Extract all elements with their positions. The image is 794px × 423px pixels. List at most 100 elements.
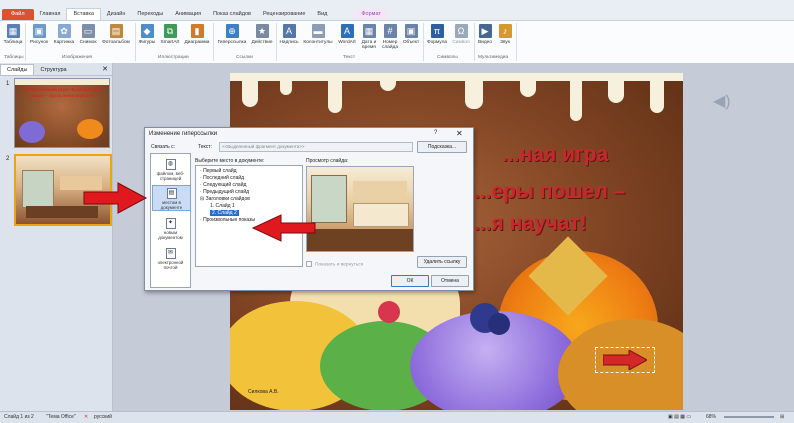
place-item[interactable]: · Первый слайд xyxy=(200,168,237,174)
smartart-button[interactable]: ⧉ SmartArt xyxy=(158,24,182,45)
annotation-arrow-icon xyxy=(251,214,316,242)
slides-pane: Слайды Структура ✕ 1 Интерактивная игра … xyxy=(0,63,113,411)
ribbon-tab-bar: Файл Главная Вставка Дизайн Переходы Ани… xyxy=(0,8,794,21)
photo-album-icon: ▤ xyxy=(109,24,123,38)
textbox-button[interactable]: A Надпись xyxy=(278,24,300,45)
link-to-web-page[interactable]: ◍ файлом, веб-страницей xyxy=(152,157,189,181)
tab-design[interactable]: Дизайн xyxy=(101,9,132,20)
place-item-expanded[interactable]: ⊟ Заголовки слайдов xyxy=(200,196,250,202)
raspberry xyxy=(378,301,400,323)
text-to-display-label: Текст: xyxy=(198,144,212,150)
slide-title-line-1[interactable]: ...ная игра xyxy=(502,143,608,167)
show-and-return-checkbox[interactable]: Показать и вернуться xyxy=(306,261,363,267)
group-label-images: Изображения xyxy=(62,55,93,60)
photo-album-button[interactable]: ▤ Фотоальбом xyxy=(99,24,133,45)
remove-link-button[interactable]: Удалить ссылку xyxy=(417,256,467,268)
dialog-title: Изменение гиперссылки xyxy=(149,131,218,137)
group-separator xyxy=(474,23,475,61)
close-pane-icon[interactable]: ✕ xyxy=(102,65,108,75)
wordart-icon: A xyxy=(340,24,354,38)
slide-number: 2 xyxy=(6,156,10,162)
close-icon[interactable]: ✕ xyxy=(456,129,463,138)
cancel-button[interactable]: Отмена xyxy=(431,275,469,287)
header-footer-button[interactable]: ▬ Колонтитулы xyxy=(301,24,335,45)
place-item[interactable]: · Предыдущий слайд xyxy=(200,189,249,195)
clipart-icon: ✿ xyxy=(57,24,71,38)
video-button[interactable]: ▶ Видео xyxy=(476,24,494,45)
audio-icon: ♪ xyxy=(498,24,512,38)
thumb-shelf xyxy=(22,170,54,208)
slide-number-button[interactable]: # Номер слайда xyxy=(380,24,400,50)
link-to-place-in-document[interactable]: ▤ местом в документе xyxy=(152,185,191,211)
link-to-sidebar: ◍ файлом, веб-страницей ▤ местом в докумен… xyxy=(150,153,191,288)
audio-button[interactable]: ♪ Звук xyxy=(496,24,514,45)
chart-icon: ▮ xyxy=(190,24,204,38)
tab-view[interactable]: Вид xyxy=(311,9,333,20)
annotation-arrow-icon xyxy=(83,182,148,214)
thumb-title: Интерактивная игра «В кондитеры пошел – … xyxy=(23,87,101,98)
symbol-button[interactable]: Ω Символ xyxy=(450,24,472,45)
cream-top xyxy=(230,73,683,81)
ok-button[interactable]: ОК xyxy=(391,275,429,287)
tab-outline[interactable]: Структура xyxy=(34,65,72,75)
tab-review[interactable]: Рецензирование xyxy=(257,9,311,20)
link-to-new-document[interactable]: ✦ новым документом xyxy=(152,216,189,240)
place-item-slide-1[interactable]: 1. Слайд 1 xyxy=(210,203,235,209)
slide-preview-label: Просмотр слайда: xyxy=(306,158,349,164)
zoom-slider[interactable] xyxy=(724,416,774,418)
wordart-button[interactable]: A WordArt xyxy=(336,24,358,45)
thumb-drip xyxy=(15,79,109,85)
object-button[interactable]: ▣ Объект xyxy=(401,24,421,45)
blueberry xyxy=(488,313,510,335)
help-icon[interactable]: ? xyxy=(434,130,437,136)
tab-transitions[interactable]: Переходы xyxy=(131,9,169,20)
tab-home[interactable]: Главная xyxy=(34,9,67,20)
text-to-display-field[interactable]: <<Выделенный фрагмент документа>> xyxy=(219,142,413,152)
group-separator xyxy=(423,23,424,61)
clipart-button[interactable]: ✿ Картинка xyxy=(51,24,77,45)
view-buttons[interactable]: ▣ ▤ ▦ ▭ xyxy=(668,414,691,420)
action-icon: ★ xyxy=(255,24,269,38)
header-footer-icon: ▬ xyxy=(311,24,325,38)
equation-icon: π xyxy=(430,24,444,38)
link-to-label: Связать с: xyxy=(151,144,176,150)
tab-slides[interactable]: Слайды xyxy=(0,64,35,75)
ribbon-insert: ▦ Таблица ▣ Рисунок ✿ Картинка ▭ Снимок ▤ Фот… xyxy=(0,21,794,64)
hyperlink-arrow-shape[interactable] xyxy=(595,347,655,373)
place-item-slide-2[interactable]: 2. Слайд 2 xyxy=(210,210,239,216)
pane-tabs: Слайды Структура ✕ xyxy=(0,63,112,76)
group-label-text: Текст xyxy=(343,55,356,60)
hyperlink-button[interactable]: ⊕ Гиперссылка xyxy=(215,24,249,45)
spellcheck-icon[interactable]: ✕ xyxy=(84,414,88,420)
group-label-symbols: Символы xyxy=(437,55,458,60)
tab-format[interactable]: Формат xyxy=(355,9,387,20)
table-button[interactable]: ▦ Таблица xyxy=(3,24,23,45)
shapes-button[interactable]: ◆ Фигуры xyxy=(137,24,157,45)
status-bar: Слайд 1 из 2 "Тема Office" ✕ русский ▣ ▤… xyxy=(0,411,794,423)
tab-slideshow[interactable]: Показ слайдов xyxy=(207,9,257,20)
picture-button[interactable]: ▣ Рисунок xyxy=(28,24,50,45)
link-to-email[interactable]: ✉ электронной почтой xyxy=(152,246,189,270)
place-item[interactable]: · Последний слайд xyxy=(200,175,244,181)
tab-file[interactable]: Файл xyxy=(2,9,34,20)
new-document-icon: ✦ xyxy=(165,218,176,229)
language[interactable]: русский xyxy=(94,414,112,420)
slide-thumbnail-1[interactable]: Интерактивная игра «В кондитеры пошел – … xyxy=(14,78,110,148)
zoom-level[interactable]: 68% xyxy=(706,414,716,420)
fit-slide-icon[interactable]: ⊞ xyxy=(780,414,784,420)
date-time-button[interactable]: ▦ Дата и время xyxy=(359,24,379,50)
tab-animations[interactable]: Анимация xyxy=(169,9,207,20)
place-item[interactable]: · Произвольные показы xyxy=(200,217,255,223)
chart-button[interactable]: ▮ Диаграмма xyxy=(183,24,211,45)
screentip-button[interactable]: Подсказка... xyxy=(417,141,467,153)
slide-title-line-3[interactable]: ...я научат! xyxy=(474,212,587,236)
speaker-icon[interactable]: ◀) xyxy=(713,91,731,111)
tab-insert[interactable]: Вставка xyxy=(66,8,101,20)
place-item[interactable]: · Следующий слайд xyxy=(200,182,246,188)
screenshot-button[interactable]: ▭ Снимок xyxy=(78,24,98,45)
action-button[interactable]: ★ Действие xyxy=(250,24,274,45)
preview-counter xyxy=(353,181,407,199)
slide-title-line-2[interactable]: ...еры пошел – xyxy=(474,180,625,204)
equation-button[interactable]: π Формула xyxy=(425,24,449,45)
group-label-tables: Таблицы xyxy=(4,55,24,60)
